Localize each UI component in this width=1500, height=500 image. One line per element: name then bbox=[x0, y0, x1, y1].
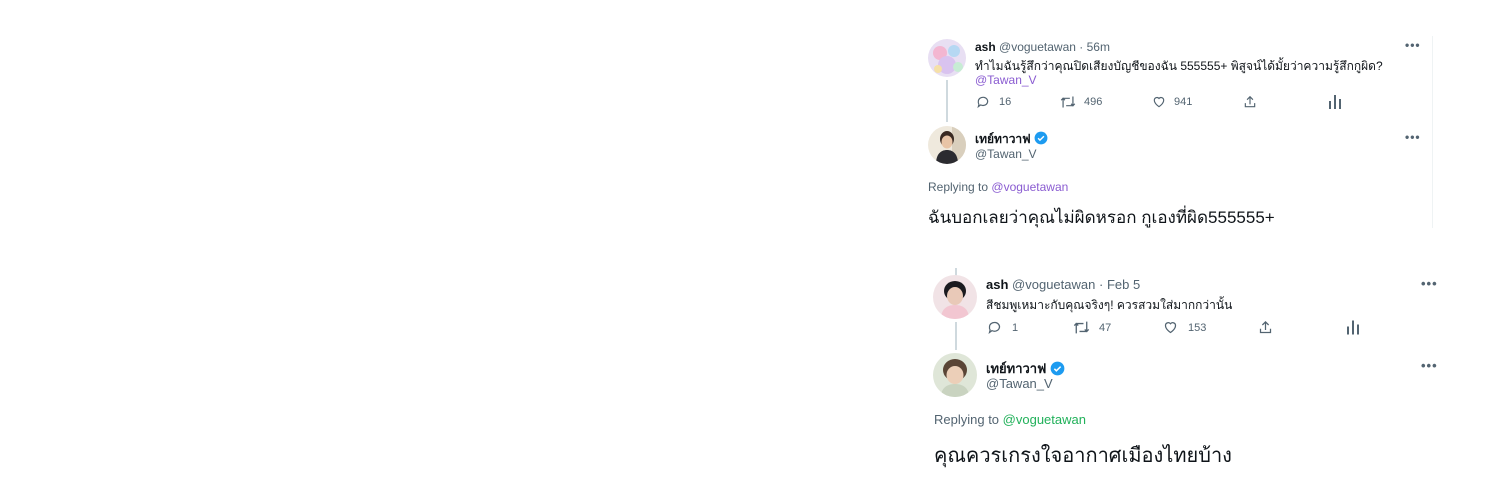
avatar[interactable] bbox=[933, 353, 977, 397]
display-name[interactable]: ash bbox=[975, 40, 996, 54]
share-button[interactable] bbox=[1243, 95, 1257, 109]
separator-dot: · bbox=[1098, 277, 1104, 292]
avatar[interactable] bbox=[928, 39, 966, 77]
tweet-text: คุณควรเกรงใจอากาศเมืองไทยบ้าง bbox=[934, 445, 1232, 467]
tweet-timestamp[interactable]: 56m bbox=[1087, 40, 1110, 54]
analytics-icon bbox=[1347, 320, 1359, 335]
tweet-text: ฉันบอกเลยว่าคุณไม่ผิดหรอก กูเองที่ผิด555… bbox=[928, 208, 1275, 227]
analytics-button[interactable] bbox=[1347, 320, 1359, 335]
retweet-icon bbox=[1060, 95, 1076, 109]
thread-1: ash @voguetawan · 56m ••• ทำไมฉันรู้สึกว… bbox=[0, 0, 1500, 250]
more-options-icon[interactable]: ••• bbox=[1421, 358, 1438, 373]
replying-to: Replying to @voguetawan bbox=[934, 412, 1086, 427]
tweet-timestamp[interactable]: Feb 5 bbox=[1107, 277, 1140, 292]
retweet-count: 496 bbox=[1084, 96, 1103, 108]
user-handle[interactable]: @Tawan_V bbox=[986, 376, 1053, 391]
display-name[interactable]: ash bbox=[986, 277, 1008, 292]
retweet-button[interactable]: 47 bbox=[1073, 320, 1111, 335]
analytics-icon bbox=[1329, 95, 1341, 109]
more-options-icon[interactable]: ••• bbox=[1405, 130, 1421, 144]
more-options-icon[interactable]: ••• bbox=[1405, 38, 1421, 52]
avatar[interactable] bbox=[933, 275, 977, 319]
column-border bbox=[1432, 36, 1433, 228]
retweet-button[interactable]: 496 bbox=[1060, 95, 1102, 109]
like-count: 941 bbox=[1174, 96, 1193, 108]
thread-connector bbox=[955, 322, 957, 350]
tweet-text: สีชมพูเหมาะกับคุณจริงๆ! ควรสวมใส่มากกว่า… bbox=[986, 298, 1233, 312]
share-button[interactable] bbox=[1258, 320, 1273, 335]
mention-link[interactable]: @Tawan_V bbox=[975, 73, 1037, 87]
tweet-header: ash @voguetawan · 56m bbox=[975, 40, 1110, 54]
share-icon bbox=[1258, 320, 1273, 335]
reply-count: 16 bbox=[999, 96, 1012, 108]
thread-2: ash @voguetawan · Feb 5 ••• สีชมพูเหมาะก… bbox=[0, 250, 1500, 500]
tweet-header: ash @voguetawan · Feb 5 bbox=[986, 277, 1140, 292]
avatar[interactable] bbox=[928, 126, 966, 164]
reply-icon bbox=[987, 320, 1002, 335]
replying-to-label: Replying to bbox=[934, 412, 1000, 427]
user-handle[interactable]: @voguetawan bbox=[1012, 277, 1095, 292]
heart-icon bbox=[1163, 320, 1178, 335]
reply-button[interactable]: 1 bbox=[987, 320, 1018, 335]
separator-dot: · bbox=[1079, 40, 1084, 54]
analytics-button[interactable] bbox=[1329, 95, 1341, 109]
display-name[interactable]: เทย์ทาวาฟ bbox=[986, 361, 1046, 376]
replying-to-handle[interactable]: @voguetawan bbox=[1003, 412, 1086, 427]
verified-badge-icon bbox=[1034, 131, 1048, 148]
retweet-count: 47 bbox=[1099, 321, 1112, 334]
replying-to: Replying to @voguetawan bbox=[928, 180, 1068, 194]
more-options-icon[interactable]: ••• bbox=[1421, 276, 1438, 291]
share-icon bbox=[1243, 95, 1257, 109]
like-count: 153 bbox=[1188, 321, 1207, 334]
reply-count: 1 bbox=[1012, 321, 1019, 334]
user-handle[interactable]: @Tawan_V bbox=[975, 147, 1037, 161]
display-name[interactable]: เทย์ทาวาฟ bbox=[975, 132, 1031, 146]
replying-to-label: Replying to bbox=[928, 180, 989, 194]
like-button[interactable]: 941 bbox=[1152, 95, 1192, 109]
heart-icon bbox=[1152, 95, 1166, 109]
reply-button[interactable]: 16 bbox=[976, 95, 1011, 109]
reply-icon bbox=[976, 95, 990, 109]
user-handle[interactable]: @voguetawan bbox=[999, 40, 1076, 54]
retweet-icon bbox=[1073, 320, 1090, 335]
replying-to-handle[interactable]: @voguetawan bbox=[991, 180, 1068, 194]
thread-connector bbox=[946, 80, 948, 122]
like-button[interactable]: 153 bbox=[1163, 320, 1206, 335]
